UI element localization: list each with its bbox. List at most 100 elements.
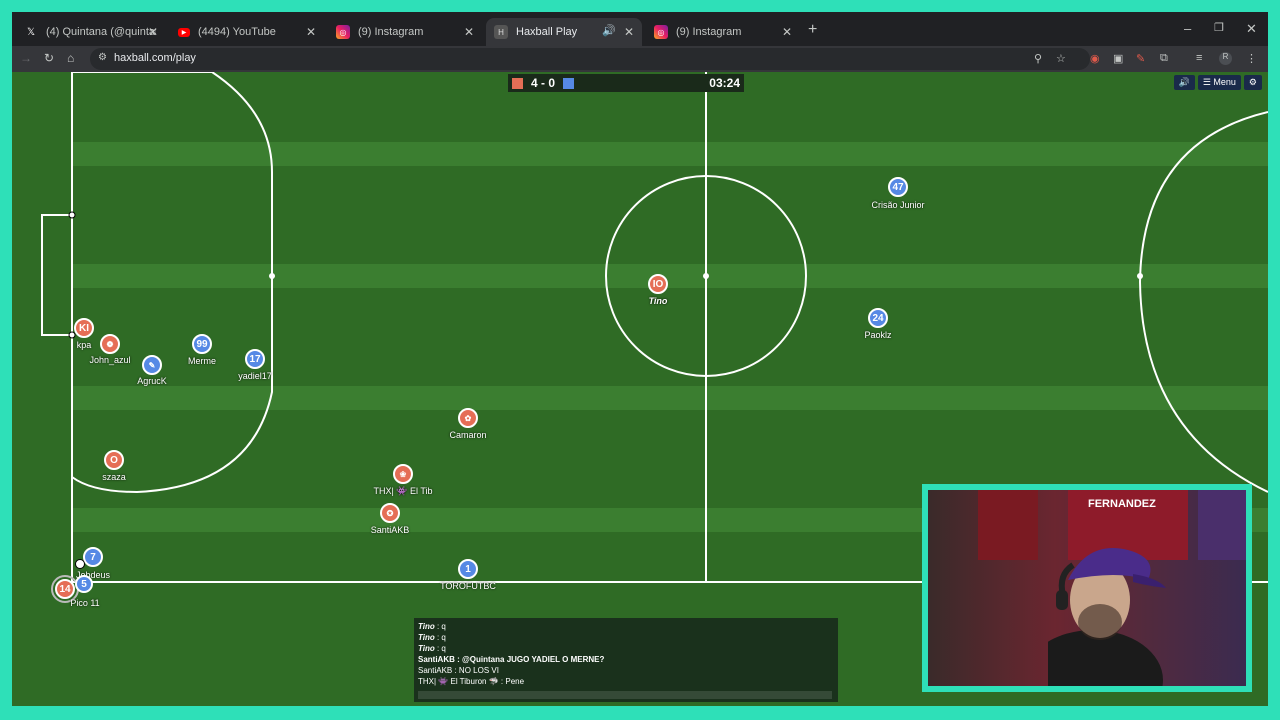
chat-text: : q: [434, 644, 446, 653]
close-icon[interactable]: ✕: [148, 25, 158, 39]
blue-team-square: [563, 77, 575, 89]
player-avatar: 24: [872, 312, 884, 324]
tab-instagram-2[interactable]: ◎ (9) Instagram ✕: [646, 18, 800, 46]
player-disc: O: [104, 450, 124, 470]
streamer-figure: [1048, 548, 1166, 686]
game-top-controls: 🔊 ☰ Menu ⚙: [1173, 75, 1262, 90]
emoji-avatar-icon: ✎: [148, 360, 156, 370]
zoom-icon[interactable]: ⚲: [1034, 52, 1042, 65]
match-timer: 03:24: [709, 76, 740, 90]
x-logo-icon: 𝕏: [26, 26, 36, 38]
address-bar[interactable]: ⚙ haxball.com/play: [90, 48, 1090, 70]
profile-avatar-icon[interactable]: R: [1219, 52, 1232, 65]
address-toolbar: → ↻ ⌂ ⚙ haxball.com/play ⚲ ☆ ◉ ▣ ✎ ⧉ ≡ R…: [12, 46, 1268, 72]
player-avatar: 7: [90, 551, 96, 563]
tab-instagram[interactable]: ◎ (9) Instagram ✕: [328, 18, 482, 46]
player-avatar: 99: [196, 338, 208, 350]
menu-label: Menu: [1213, 77, 1236, 87]
chat-message: Tino : q: [418, 643, 834, 654]
chat-box: Tino : q Tino : q Tino : q SantiAKB : @Q…: [414, 618, 838, 702]
new-tab-plus-icon[interactable]: +: [808, 21, 817, 39]
chat-author: Tino: [418, 622, 435, 631]
player-avatar: 14: [59, 583, 71, 595]
chat-author: SantiAKB: [418, 666, 453, 675]
back-arrow-icon[interactable]: →: [20, 51, 32, 65]
tab-label: (4494) YouTube: [198, 26, 276, 38]
tab-label: (4) Quintana (@quintanaverso): [46, 26, 156, 38]
player-disc: ✪: [380, 503, 400, 523]
close-icon[interactable]: ✕: [306, 25, 316, 39]
close-icon[interactable]: ✕: [624, 25, 634, 39]
player-disc: ✿: [458, 408, 478, 428]
game-ball: [75, 559, 85, 569]
player-disc: 47: [888, 177, 908, 197]
chat-message: THX| 👾 El Tiburon 🦈 : Pene: [418, 676, 834, 687]
restore-icon[interactable]: ❐: [1214, 21, 1224, 34]
player-name: Paoklz: [864, 330, 892, 340]
player-name: Camaron: [449, 430, 487, 440]
chat-input[interactable]: [418, 691, 832, 699]
wall-poster: [978, 490, 1038, 560]
score-text: 4 - 0: [531, 76, 556, 90]
player-avatar: 5: [81, 578, 87, 590]
site-info-icon[interactable]: ⚙: [98, 52, 107, 63]
chat-message: SantiAKB : @Quintana JUGO YADIEL O MERNE…: [418, 654, 834, 665]
bookmark-star-icon[interactable]: ☆: [1056, 52, 1066, 65]
haxball-icon: H: [494, 25, 508, 39]
more-menu-icon[interactable]: ⋮: [1246, 52, 1257, 65]
close-icon[interactable]: ✕: [464, 25, 474, 39]
player-avatar: O: [110, 454, 118, 466]
extension-pdf-icon[interactable]: ✎: [1136, 52, 1145, 65]
player-disc: 99: [192, 334, 212, 354]
settings-gear-icon[interactable]: ⚙: [1243, 75, 1262, 90]
player-name: TOROFUTBC: [440, 581, 496, 591]
menu-button[interactable]: ☰ Menu: [1197, 75, 1241, 90]
player-name: Tino: [648, 296, 668, 306]
player-name: THX| 👾 El Tib: [373, 486, 433, 496]
close-icon[interactable]: ✕: [782, 25, 792, 39]
instagram-icon: ◎: [654, 25, 668, 39]
emoji-avatar-icon: ❀: [399, 469, 407, 479]
player-disc: 7: [83, 547, 103, 567]
home-icon[interactable]: ⌂: [67, 51, 74, 65]
chat-message: SantiAKB : NO LOS VI: [418, 665, 834, 676]
extension-puzzle-icon[interactable]: ▣: [1113, 52, 1123, 65]
tab-label: Haxball Play: [516, 26, 578, 38]
player-avatar: KI: [79, 322, 89, 334]
extension-record-icon[interactable]: ◉: [1090, 52, 1100, 65]
tab-label: (9) Instagram: [676, 26, 742, 38]
chat-text: : @Quintana JUGO YADIEL O MERNE?: [454, 655, 605, 664]
sound-icon[interactable]: 🔊: [1173, 75, 1195, 90]
instagram-icon: ◎: [336, 25, 350, 39]
chat-text: : Pene: [498, 677, 525, 686]
chat-message: Tino : q: [418, 621, 834, 632]
player-disc: IO: [648, 274, 668, 294]
extensions-icon[interactable]: ⧉: [1160, 52, 1168, 65]
minimize-icon[interactable]: –: [1184, 21, 1191, 36]
player-name: John_azul: [89, 355, 131, 365]
chat-message: Tino : q: [418, 632, 834, 643]
emoji-avatar-icon: ❁: [106, 339, 114, 349]
window-close-icon[interactable]: ✕: [1246, 21, 1257, 37]
player-name: kpa: [76, 340, 92, 350]
tab-twitter[interactable]: 𝕏 (4) Quintana (@quintanaverso) ✕: [16, 18, 166, 46]
tab-haxball[interactable]: H Haxball Play 🔊 ✕: [486, 18, 642, 46]
player-avatar: 1: [465, 563, 471, 575]
reading-list-icon[interactable]: ≡: [1196, 52, 1202, 64]
emoji-avatar-icon: ✿: [464, 413, 472, 423]
speaker-icon[interactable]: 🔊: [602, 24, 616, 37]
player-disc: 17: [245, 349, 265, 369]
webcam-overlay: FERNANDEZ: [922, 484, 1252, 692]
tab-youtube[interactable]: ▶ (4494) YouTube ✕: [170, 18, 324, 46]
tab-label: (9) Instagram: [358, 26, 424, 38]
player-disc: ❀: [393, 464, 413, 484]
reload-icon[interactable]: ↻: [44, 51, 54, 65]
player-name: szaza: [102, 472, 126, 482]
player-avatar: 47: [892, 181, 904, 193]
chat-author: SantiAKB: [418, 655, 455, 664]
emoji-avatar-icon: ✪: [386, 508, 394, 518]
chat-author: Tino: [418, 633, 435, 642]
youtube-icon: ▶: [178, 27, 190, 37]
player-name: Pico 11: [70, 598, 100, 608]
chat-text: : q: [434, 633, 446, 642]
